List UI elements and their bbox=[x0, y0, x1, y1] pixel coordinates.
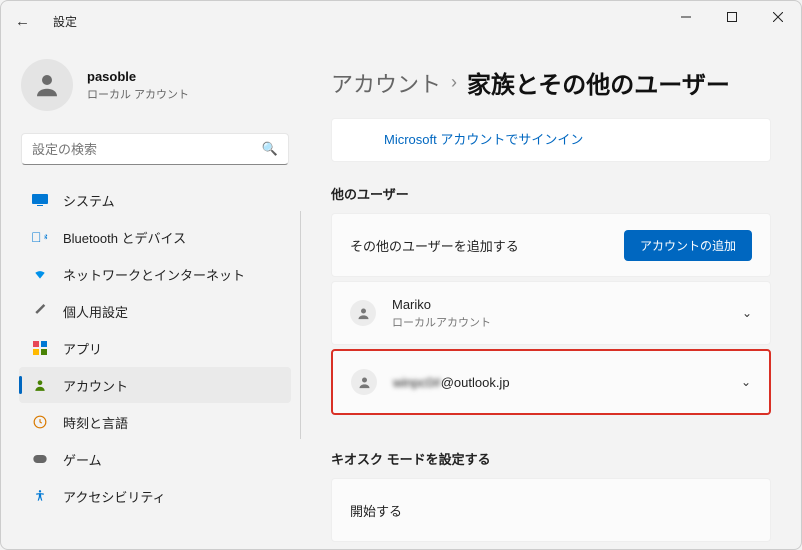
nav-label: 時刻と言語 bbox=[63, 413, 128, 432]
search-input[interactable] bbox=[32, 142, 262, 157]
accessibility-icon bbox=[31, 487, 49, 505]
minimize-button[interactable] bbox=[663, 1, 709, 33]
titlebar: ← 設定 bbox=[1, 1, 801, 41]
apps-icon bbox=[31, 339, 49, 357]
nav-accounts[interactable]: アカウント bbox=[19, 367, 291, 403]
window-title: 設定 bbox=[53, 13, 77, 30]
user-subtitle: ローカル アカウント bbox=[87, 86, 189, 102]
user-profile[interactable]: pasoble ローカル アカウント bbox=[15, 41, 295, 133]
ms-signin-link[interactable]: Microsoft アカウントでサインイン bbox=[384, 132, 583, 147]
nav-label: システム bbox=[63, 191, 115, 210]
add-user-label: その他のユーザーを追加する bbox=[350, 236, 624, 255]
chevron-down-icon: ⌄ bbox=[742, 306, 752, 320]
user-name: pasoble bbox=[87, 69, 189, 84]
nav-label: アプリ bbox=[63, 339, 102, 358]
chevron-down-icon: ⌄ bbox=[741, 375, 751, 389]
nav-system[interactable]: システム bbox=[19, 182, 291, 218]
nav-label: Bluetooth とデバイス bbox=[63, 228, 186, 247]
close-button[interactable] bbox=[755, 1, 801, 33]
nav-apps[interactable]: アプリ bbox=[19, 330, 291, 366]
kiosk-start-card[interactable]: 開始する bbox=[331, 478, 771, 542]
add-account-button[interactable]: アカウントの追加 bbox=[624, 230, 752, 261]
nav-label: アクセシビリティ bbox=[63, 487, 166, 506]
add-user-card: その他のユーザーを追加する アカウントの追加 bbox=[331, 213, 771, 277]
user-row-sub: ローカルアカウント bbox=[392, 314, 732, 330]
sidebar: pasoble ローカル アカウント 🔍 システム  Bluetooth とデ… bbox=[1, 41, 301, 549]
nav-network[interactable]: ネットワークとインターネット bbox=[19, 256, 291, 292]
bluetooth-icon:  bbox=[31, 228, 49, 246]
chevron-right-icon: › bbox=[451, 72, 457, 93]
clock-icon bbox=[31, 413, 49, 431]
user-email: winpc0#@outlook.jp bbox=[393, 375, 510, 390]
person-icon bbox=[31, 376, 49, 394]
window-controls bbox=[663, 1, 801, 33]
wifi-icon bbox=[31, 265, 49, 283]
nav-label: ゲーム bbox=[63, 450, 102, 469]
breadcrumb-parent[interactable]: アカウント bbox=[331, 67, 441, 99]
person-icon bbox=[350, 300, 376, 326]
monitor-icon bbox=[31, 191, 49, 209]
maximize-button[interactable] bbox=[709, 1, 755, 33]
other-users-heading: 他のユーザー bbox=[331, 184, 771, 203]
nav-accessibility[interactable]: アクセシビリティ bbox=[19, 478, 291, 514]
nav-bluetooth[interactable]:  Bluetooth とデバイス bbox=[19, 219, 291, 255]
main-panel: アカウント › 家族とその他のユーザー Microsoft アカウントでサインイ… bbox=[301, 41, 801, 549]
breadcrumb: アカウント › 家族とその他のユーザー bbox=[331, 65, 771, 100]
nav-gaming[interactable]: ゲーム bbox=[19, 441, 291, 477]
user-row-mariko[interactable]: Mariko ローカルアカウント ⌄ bbox=[331, 281, 771, 345]
brush-icon bbox=[31, 302, 49, 320]
search-box[interactable]: 🔍 bbox=[21, 133, 289, 165]
person-icon bbox=[351, 369, 377, 395]
nav-time-language[interactable]: 時刻と言語 bbox=[19, 404, 291, 440]
kiosk-heading: キオスク モードを設定する bbox=[331, 449, 771, 468]
nav-label: ネットワークとインターネット bbox=[63, 265, 245, 284]
user-row-name: Mariko bbox=[392, 297, 732, 312]
avatar bbox=[21, 59, 73, 111]
user-row-outlook[interactable]: winpc0#@outlook.jp ⌄ bbox=[331, 349, 771, 415]
kiosk-start-label: 開始する bbox=[350, 501, 752, 520]
breadcrumb-current: 家族とその他のユーザー bbox=[467, 65, 730, 100]
back-button[interactable]: ← bbox=[15, 13, 43, 30]
gamepad-icon bbox=[31, 450, 49, 468]
search-icon: 🔍 bbox=[262, 141, 278, 157]
nav-personalization[interactable]: 個人用設定 bbox=[19, 293, 291, 329]
sidebar-divider bbox=[300, 211, 301, 439]
ms-signin-card[interactable]: Microsoft アカウントでサインイン bbox=[331, 118, 771, 162]
nav-label: アカウント bbox=[63, 376, 128, 395]
nav-list: システム  Bluetooth とデバイス ネットワークとインターネット 個人… bbox=[15, 181, 295, 515]
nav-label: 個人用設定 bbox=[63, 302, 128, 321]
